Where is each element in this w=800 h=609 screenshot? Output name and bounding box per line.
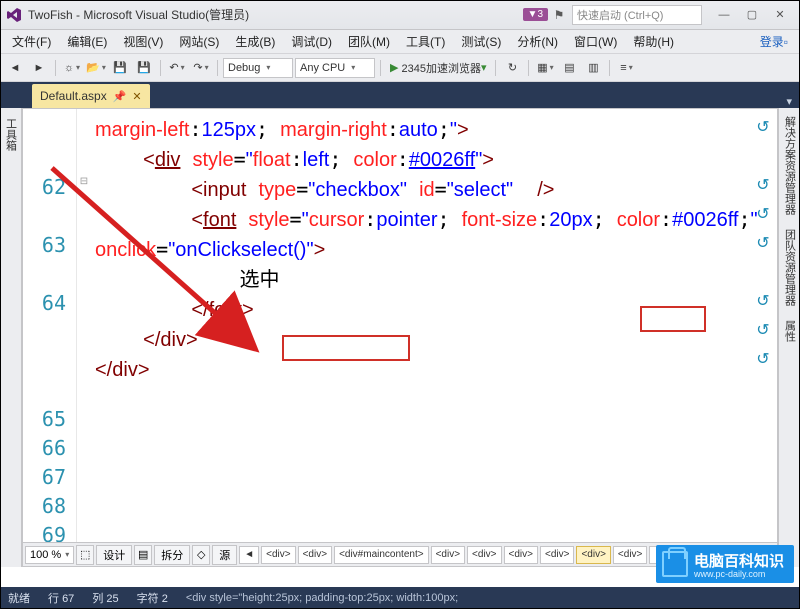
menu-help[interactable]: 帮助(H) — [625, 31, 682, 52]
quick-launch-input[interactable]: 快速启动 (Ctrl+Q) — [572, 5, 702, 25]
quick-action-icon[interactable]: ↺ — [755, 206, 771, 222]
menu-analyze[interactable]: 分析(N) — [509, 31, 566, 52]
right-tool-rail: 解决方案资源管理器 团队资源管理器 属性 — [778, 108, 800, 567]
redo-button[interactable]: ↷ — [190, 57, 212, 79]
nav-back-button[interactable]: ◄ — [4, 57, 26, 79]
quick-action-icon[interactable]: ↺ — [755, 351, 771, 367]
file-tab-label: Default.aspx — [40, 89, 107, 103]
status-bar: 就绪 行 67 列 25 字符 2 <div style="height:25p… — [0, 587, 800, 609]
save-all-button[interactable]: 💾 — [133, 57, 155, 79]
status-char: 字符 2 — [137, 590, 168, 606]
fold-toggle-icon[interactable]: ⊟ — [77, 167, 91, 196]
menu-build[interactable]: 生成(B) — [227, 31, 283, 52]
breadcrumb-item[interactable]: <div> — [261, 546, 295, 564]
open-button[interactable]: 📂 — [85, 57, 107, 79]
platform-combo[interactable]: Any CPU — [295, 58, 375, 78]
window-controls: — ▢ ✕ — [710, 5, 794, 25]
feedback-icon[interactable]: ⚑ — [552, 8, 566, 22]
window-title: TwoFish - Microsoft Visual Studio(管理员) — [28, 6, 249, 23]
solution-explorer-tab[interactable]: 解决方案资源管理器 — [780, 110, 800, 221]
zoom-combo[interactable]: 100 % — [25, 546, 74, 564]
breadcrumb-item[interactable]: <div> — [298, 546, 332, 564]
breadcrumb-item[interactable]: <div> — [504, 546, 538, 564]
tab-close-icon[interactable]: ✕ — [132, 90, 141, 103]
breadcrumb-item[interactable]: <div> — [431, 546, 465, 564]
title-bar: TwoFish - Microsoft Visual Studio(管理员) ▼… — [0, 0, 800, 30]
line-number: 63 — [23, 231, 76, 260]
menu-website[interactable]: 网站(S) — [171, 31, 227, 52]
status-line: 行 67 — [48, 590, 74, 606]
breadcrumb-item[interactable]: <div> — [540, 546, 574, 564]
file-tab-default-aspx[interactable]: Default.aspx 📌 ✕ — [32, 84, 150, 108]
view-source-icon[interactable]: ◇ — [192, 545, 210, 565]
breadcrumb-prev[interactable]: ◄ — [239, 546, 259, 564]
breadcrumb-item[interactable]: <div> — [467, 546, 501, 564]
format-button[interactable]: ≡ — [615, 57, 637, 79]
view-source-button[interactable]: 源 — [212, 545, 237, 565]
config-combo[interactable]: Debug — [223, 58, 293, 78]
menu-debug[interactable]: 调试(D) — [283, 31, 340, 52]
status-ready: 就绪 — [8, 590, 30, 606]
new-project-button[interactable]: ☼ — [61, 57, 83, 79]
breadcrumb-item-selected[interactable]: <div> — [576, 546, 610, 564]
browser-link-icon[interactable]: ↻ — [501, 57, 523, 79]
line-number-gutter: 62 63 64 65 66 67 68 69 — [23, 109, 77, 542]
watermark-logo-icon — [662, 551, 688, 577]
restore-button[interactable]: ▢ — [738, 5, 766, 25]
minimize-button[interactable]: — — [710, 5, 738, 25]
fold-column: ⊟ — [77, 109, 91, 542]
menu-bar: 文件(F) 编辑(E) 视图(V) 网站(S) 生成(B) 调试(D) 团队(M… — [0, 30, 800, 54]
quick-action-icon[interactable]: ↺ — [755, 322, 771, 338]
watermark: 电脑百科知识 www.pc-daily.com — [656, 545, 794, 583]
left-tool-rail: 工具箱 — [0, 108, 22, 567]
line-number: 69 — [23, 521, 76, 542]
tab-overflow-icon[interactable]: ▾ — [786, 95, 792, 108]
menu-test[interactable]: 测试(S) — [453, 31, 509, 52]
team-explorer-tab[interactable]: 团队资源管理器 — [780, 223, 800, 312]
sign-in-link[interactable]: 登录 ▫ — [752, 31, 796, 52]
extra-button-1[interactable]: ▦ — [534, 57, 556, 79]
extra-button-3[interactable]: ▥ — [582, 57, 604, 79]
document-tab-strip: Default.aspx 📌 ✕ ▾ — [0, 82, 800, 108]
run-button[interactable]: ▶2345加速浏览器 ▾ — [386, 57, 490, 79]
view-design-icon[interactable]: ⬚ — [76, 545, 94, 565]
breadcrumb-item[interactable]: <div> — [613, 546, 647, 564]
properties-tab[interactable]: 属性 — [780, 314, 800, 348]
line-number: 64 — [23, 289, 76, 318]
quick-action-icon[interactable]: ↺ — [755, 177, 771, 193]
nav-fwd-button[interactable]: ► — [28, 57, 50, 79]
undo-button[interactable]: ↶ — [166, 57, 188, 79]
line-number: 67 — [23, 463, 76, 492]
view-design-button[interactable]: 设计 — [96, 545, 132, 565]
menu-file[interactable]: 文件(F) — [4, 31, 59, 52]
quick-action-icon[interactable]: ↺ — [755, 119, 771, 135]
status-path: <div style="height:25px; padding-top:25p… — [186, 592, 792, 604]
line-number: 68 — [23, 492, 76, 521]
line-number: 62 — [23, 173, 76, 202]
extra-button-2[interactable]: ▤ — [558, 57, 580, 79]
view-split-button[interactable]: 拆分 — [154, 545, 190, 565]
quick-action-icon[interactable]: ↺ — [755, 235, 771, 251]
pin-icon[interactable]: 📌 — [113, 90, 127, 103]
line-number: 65 — [23, 405, 76, 434]
code-area[interactable]: margin-left:125px; margin-right:auto;"> … — [91, 109, 777, 542]
status-col: 列 25 — [92, 590, 118, 606]
menu-edit[interactable]: 编辑(E) — [59, 31, 115, 52]
view-split-icon[interactable]: ▤ — [134, 545, 152, 565]
code-editor: 62 63 64 65 66 67 68 69 ⊟ margin-left:12… — [22, 108, 778, 567]
vs-logo-icon — [6, 7, 22, 23]
menu-tools[interactable]: 工具(T) — [398, 31, 453, 52]
notification-badge[interactable]: ▼3 — [523, 8, 548, 21]
menu-view[interactable]: 视图(V) — [115, 31, 171, 52]
save-button[interactable]: 💾 — [109, 57, 131, 79]
quick-action-icon[interactable]: ↺ — [755, 293, 771, 309]
main-toolbar: ◄ ► ☼ 📂 💾 💾 ↶ ↷ Debug Any CPU ▶2345加速浏览器… — [0, 54, 800, 82]
breadcrumb-item[interactable]: <div#maincontent> — [334, 546, 429, 564]
menu-window[interactable]: 窗口(W) — [566, 31, 625, 52]
menu-team[interactable]: 团队(M) — [340, 31, 398, 52]
toolbox-tab[interactable]: 工具箱 — [1, 112, 21, 157]
watermark-text: 电脑百科知识 — [694, 550, 784, 571]
close-button[interactable]: ✕ — [766, 5, 794, 25]
line-number: 66 — [23, 434, 76, 463]
